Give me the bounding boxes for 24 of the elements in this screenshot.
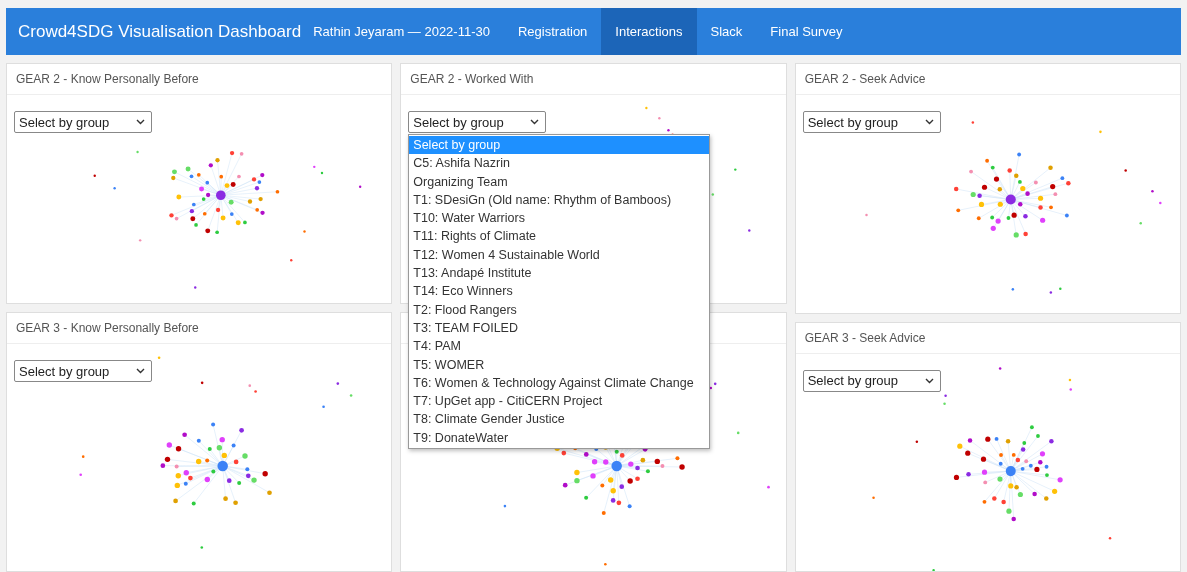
- dropdown-option[interactable]: C5: Ashifa Nazrin: [409, 154, 710, 173]
- dropdown-option[interactable]: T8: Climate Gender Justice: [409, 410, 710, 429]
- app-title: Crowd4SDG Visualisation Dashboard: [17, 20, 303, 43]
- card-title: GEAR 2 - Worked With: [410, 72, 534, 86]
- nav-tab[interactable]: Final Survey: [756, 8, 857, 55]
- group-select[interactable]: Select by group: [802, 111, 941, 133]
- dropdown-option[interactable]: T11: Rights of Climate: [409, 227, 710, 246]
- group-select[interactable]: Select by group: [14, 111, 152, 133]
- group-select[interactable]: Select by group: [802, 369, 941, 392]
- nav-tab[interactable]: Interactions: [601, 8, 697, 55]
- group-select[interactable]: Select by group: [14, 360, 152, 383]
- card-title: GEAR 2 - Know Personally Before: [16, 72, 199, 86]
- user-date-label: Rathin Jeyaram — 2022-11-30: [313, 23, 491, 41]
- dropdown-option[interactable]: T7: UpGet app - CitiCERN Project: [409, 392, 710, 411]
- dropdown-option[interactable]: T4: PAM: [409, 337, 710, 356]
- dropdown-option[interactable]: T10: Water Warriors: [409, 209, 710, 228]
- dropdown-option[interactable]: T14: Eco Winners: [409, 282, 710, 301]
- card-title: GEAR 3 - Seek Advice: [804, 330, 926, 345]
- nav-tab[interactable]: Registration: [503, 8, 602, 55]
- card-title: GEAR 2 - Seek Advice: [804, 72, 926, 86]
- group-select[interactable]: Select by group: [408, 111, 547, 133]
- dropdown-option[interactable]: T13: Andapé Institute: [409, 264, 710, 283]
- nav-tab[interactable]: Slack: [696, 8, 757, 55]
- card-title: GEAR 3 - Know Personally Before: [16, 321, 199, 336]
